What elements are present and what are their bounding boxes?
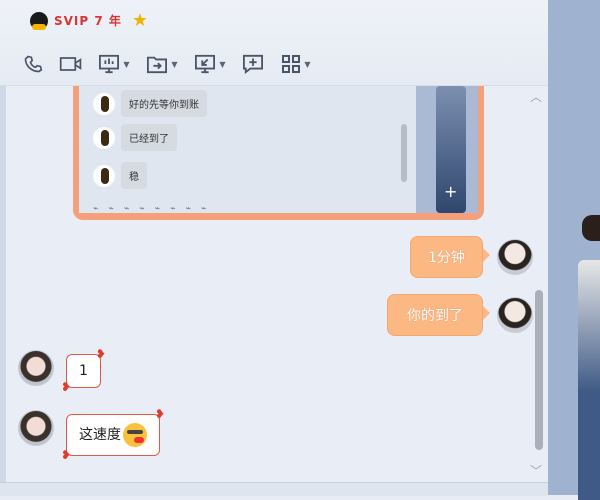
embedded-message-text: 好的先等你到账: [121, 90, 207, 117]
message-row-left: ❥ 这速度 ❥: [18, 407, 165, 462]
chevron-down-icon: ▼: [171, 59, 178, 69]
phone-icon: [24, 55, 43, 73]
remote-desktop-icon: [195, 54, 216, 74]
avatar: [93, 92, 115, 115]
bow-decoration-icon: ❥: [154, 407, 165, 421]
input-toolbar: [0, 482, 548, 496]
video-icon: [59, 57, 82, 71]
chat-scrollbar[interactable]: [535, 290, 543, 450]
message-text: 1分钟: [428, 250, 465, 266]
message-row-left: ❥ 1 ❥: [18, 347, 106, 394]
embedded-message: 稳: [93, 162, 147, 189]
avatar: [93, 164, 115, 187]
embedded-message-text: 已经到了: [121, 124, 177, 151]
message-text: 1: [79, 363, 88, 379]
embedded-message: 已经到了: [93, 124, 177, 151]
add-comment-button[interactable]: [234, 50, 272, 78]
message-text: 你的到了: [407, 308, 463, 324]
avatar[interactable]: [18, 350, 54, 386]
message-bubble[interactable]: ❥ 1 ❥: [61, 347, 106, 394]
bow-decoration-icon: ❥: [61, 448, 72, 462]
scroll-up-icon[interactable]: ︿: [530, 88, 542, 105]
message-text: 这速度: [79, 427, 121, 443]
message-bubble[interactable]: 你的到了: [387, 294, 490, 336]
voice-call-button[interactable]: [14, 50, 52, 78]
figure-body: [578, 260, 600, 500]
left-edge: [0, 86, 6, 495]
avatar: [93, 126, 115, 149]
screen-share-button[interactable]: ▼: [90, 50, 138, 78]
plus-icon: +: [444, 182, 458, 201]
bow-decoration-icon: ❥: [61, 380, 72, 394]
shared-screenshot-frame[interactable]: 好的先等你到账 已经到了 稳 ⌁⌁⌁⌁⌁⌁⌁⌁ +: [73, 86, 484, 220]
chat-toolbar: ▼ ▼ ▼ ▼: [14, 50, 320, 78]
qq-penguin-icon: [30, 11, 48, 30]
remote-desktop-button[interactable]: ▼: [186, 50, 234, 78]
chevron-down-icon: ▼: [219, 59, 226, 69]
video-call-button[interactable]: [52, 50, 90, 78]
avatar[interactable]: [18, 410, 54, 446]
avatar[interactable]: [496, 239, 533, 275]
apps-grid-icon: [282, 55, 301, 73]
vip-label: SVIP 7 年: [54, 14, 122, 28]
add-comment-icon: [243, 54, 263, 74]
message-row-right: 你的到了: [387, 294, 533, 336]
embedded-scrollbar: [401, 124, 407, 182]
message-bubble[interactable]: 1分钟: [410, 236, 490, 278]
star-icon[interactable]: ★: [132, 10, 148, 31]
emoji-sunglasses-icon: [123, 423, 147, 447]
file-transfer-button[interactable]: ▼: [138, 50, 186, 78]
vip-badge[interactable]: SVIP 7 年 ★: [30, 10, 148, 31]
figure-head: [582, 215, 600, 241]
embedded-chat-view: 好的先等你到账 已经到了 稳 ⌁⌁⌁⌁⌁⌁⌁⌁: [79, 86, 416, 214]
message-row-right: 1分钟: [410, 236, 533, 278]
embedded-message-text: 稳: [121, 162, 147, 189]
avatar[interactable]: [497, 297, 533, 333]
chat-header: SVIP 7 年 ★ ▼ ▼ ▼ ▼: [0, 0, 548, 86]
embedded-message: 好的先等你到账: [93, 90, 207, 117]
chevron-down-icon: ▼: [123, 59, 130, 69]
message-bubble[interactable]: ❥ 这速度 ❥: [61, 407, 165, 462]
user-figure-image: [578, 190, 600, 500]
bow-decoration-icon: ❥: [95, 347, 106, 361]
screen-share-icon: [99, 54, 120, 74]
apps-button[interactable]: ▼: [272, 50, 320, 78]
chevron-down-icon: ▼: [304, 59, 311, 69]
embedded-toolbar: ⌁⌁⌁⌁⌁⌁⌁⌁: [93, 204, 217, 214]
embedded-photo: +: [416, 86, 478, 213]
file-transfer-icon: [147, 56, 168, 74]
scroll-down-icon[interactable]: ﹀: [530, 462, 542, 479]
